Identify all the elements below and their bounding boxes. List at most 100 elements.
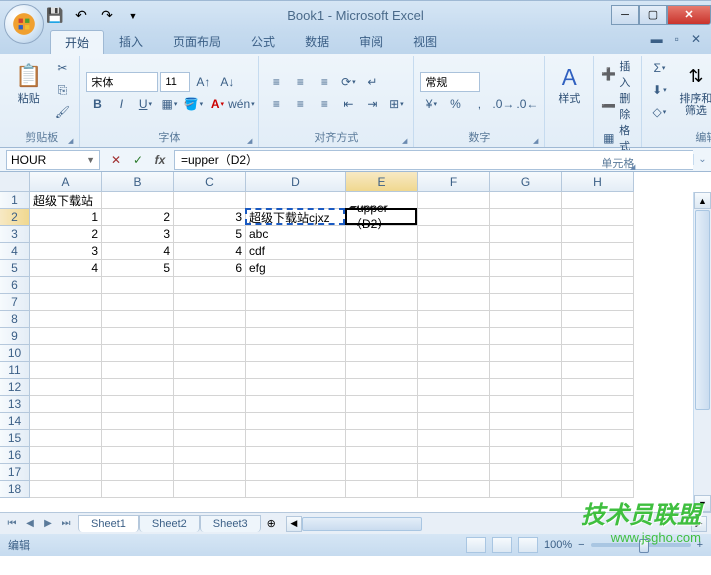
cell-F2[interactable]: [418, 209, 490, 226]
number-format-combo[interactable]: 常规: [420, 72, 480, 92]
new-sheet-icon[interactable]: ⊕: [261, 517, 282, 530]
cell-C10[interactable]: [174, 345, 246, 362]
cell-H6[interactable]: [562, 277, 634, 294]
align-left-icon[interactable]: ≡: [265, 94, 287, 114]
cell-D13[interactable]: [246, 396, 346, 413]
cell-B13[interactable]: [102, 396, 174, 413]
cell-A12[interactable]: [30, 379, 102, 396]
cell-E6[interactable]: [346, 277, 418, 294]
zoom-out-icon[interactable]: −: [578, 539, 584, 551]
cell-A13[interactable]: [30, 396, 102, 413]
tab-data[interactable]: 数据: [290, 29, 344, 54]
cell-H9[interactable]: [562, 328, 634, 345]
column-header-E[interactable]: E: [346, 172, 418, 192]
cell-E7[interactable]: [346, 294, 418, 311]
cell-H18[interactable]: [562, 481, 634, 498]
cell-D15[interactable]: [246, 430, 346, 447]
cell-H7[interactable]: [562, 294, 634, 311]
percent-format-icon[interactable]: %: [444, 94, 466, 114]
cell-G7[interactable]: [490, 294, 562, 311]
cell-E14[interactable]: [346, 413, 418, 430]
redo-icon[interactable]: ↷: [96, 5, 118, 27]
row-header-10[interactable]: 10: [0, 345, 30, 362]
cell-G9[interactable]: [490, 328, 562, 345]
column-header-A[interactable]: A: [30, 172, 102, 192]
zoom-in-icon[interactable]: +: [697, 539, 703, 551]
cell-C2[interactable]: 3: [174, 209, 246, 226]
cell-A6[interactable]: [30, 277, 102, 294]
cell-A1[interactable]: 超级下载站: [30, 192, 102, 209]
cell-H10[interactable]: [562, 345, 634, 362]
fill-icon[interactable]: ⬇: [648, 80, 670, 100]
maximize-button[interactable]: ▢: [639, 5, 667, 25]
border-button[interactable]: ▦: [158, 94, 180, 114]
cell-E5[interactable]: [346, 260, 418, 277]
cell-D1[interactable]: [246, 192, 346, 209]
cell-A11[interactable]: [30, 362, 102, 379]
zoom-level[interactable]: 100%: [544, 539, 572, 551]
row-header-9[interactable]: 9: [0, 328, 30, 345]
cell-E17[interactable]: [346, 464, 418, 481]
cell-F17[interactable]: [418, 464, 490, 481]
cell-F5[interactable]: [418, 260, 490, 277]
scroll-up-icon[interactable]: ▲: [694, 192, 711, 209]
confirm-formula-icon[interactable]: ✓: [128, 150, 148, 170]
cell-C16[interactable]: [174, 447, 246, 464]
align-right-icon[interactable]: ≡: [313, 94, 335, 114]
align-middle-icon[interactable]: ≡: [289, 72, 311, 92]
undo-icon[interactable]: ↶: [70, 5, 92, 27]
cell-H13[interactable]: [562, 396, 634, 413]
tab-review[interactable]: 审阅: [344, 29, 398, 54]
cell-H4[interactable]: [562, 243, 634, 260]
cell-F13[interactable]: [418, 396, 490, 413]
sheet-nav-prev-icon[interactable]: ◀: [22, 516, 38, 532]
cell-A17[interactable]: [30, 464, 102, 481]
close-button[interactable]: ✕: [667, 5, 711, 25]
sheet-tab-2[interactable]: Sheet2: [139, 515, 200, 532]
cell-D10[interactable]: [246, 345, 346, 362]
cell-B7[interactable]: [102, 294, 174, 311]
restore-window-icon[interactable]: ▫: [671, 32, 683, 46]
format-cells-icon[interactable]: ▦: [600, 128, 617, 148]
delete-cells-icon[interactable]: ➖: [600, 96, 617, 116]
cell-H17[interactable]: [562, 464, 634, 481]
minimize-button[interactable]: ─: [611, 5, 639, 25]
cell-F10[interactable]: [418, 345, 490, 362]
cell-E3[interactable]: [346, 226, 418, 243]
cell-C12[interactable]: [174, 379, 246, 396]
select-all-corner[interactable]: [0, 172, 30, 192]
cell-D14[interactable]: [246, 413, 346, 430]
cell-A14[interactable]: [30, 413, 102, 430]
vertical-scrollbar[interactable]: ▲ ▼: [693, 192, 711, 512]
cell-C6[interactable]: [174, 277, 246, 294]
merge-center-icon[interactable]: ⊞: [385, 94, 407, 114]
cell-C7[interactable]: [174, 294, 246, 311]
horizontal-scrollbar[interactable]: ◀ ▶: [286, 516, 707, 532]
cell-G3[interactable]: [490, 226, 562, 243]
column-header-G[interactable]: G: [490, 172, 562, 192]
cell-C18[interactable]: [174, 481, 246, 498]
cell-G13[interactable]: [490, 396, 562, 413]
vscroll-thumb[interactable]: [695, 210, 710, 410]
cell-C4[interactable]: 4: [174, 243, 246, 260]
cell-G8[interactable]: [490, 311, 562, 328]
row-header-12[interactable]: 12: [0, 379, 30, 396]
scroll-right-icon[interactable]: ▶: [691, 516, 707, 532]
cell-B6[interactable]: [102, 277, 174, 294]
cell-C17[interactable]: [174, 464, 246, 481]
cell-F7[interactable]: [418, 294, 490, 311]
cell-G16[interactable]: [490, 447, 562, 464]
cell-F11[interactable]: [418, 362, 490, 379]
cell-F14[interactable]: [418, 413, 490, 430]
cell-B11[interactable]: [102, 362, 174, 379]
font-size-combo[interactable]: 11: [160, 72, 190, 92]
cell-A7[interactable]: [30, 294, 102, 311]
cell-G2[interactable]: [490, 209, 562, 226]
fx-icon[interactable]: fx: [150, 150, 170, 170]
cell-E10[interactable]: [346, 345, 418, 362]
cell-H11[interactable]: [562, 362, 634, 379]
cell-F9[interactable]: [418, 328, 490, 345]
office-button[interactable]: [4, 4, 44, 44]
cell-H15[interactable]: [562, 430, 634, 447]
cell-F16[interactable]: [418, 447, 490, 464]
